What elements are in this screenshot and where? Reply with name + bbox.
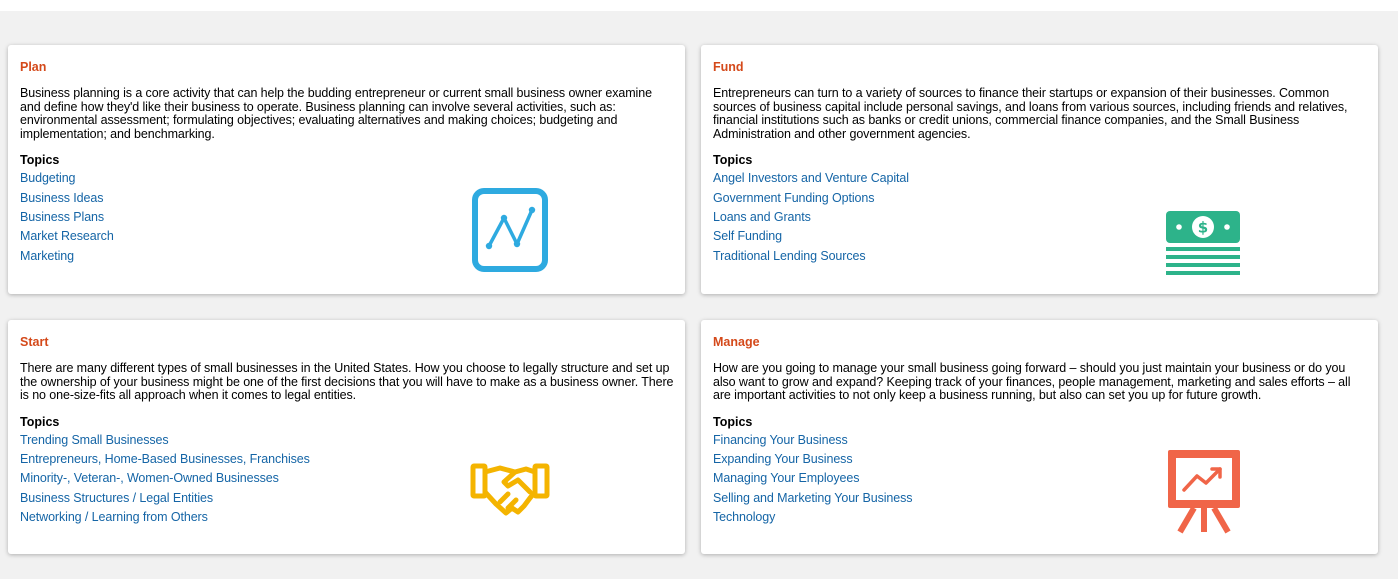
topic-link-self-funding[interactable]: Self Funding — [713, 227, 1366, 246]
topic-link-home-based-franchises[interactable]: Entrepreneurs, Home-Based Businesses, Fr… — [20, 450, 673, 469]
card-description: Business planning is a core activity tha… — [20, 86, 652, 141]
topic-link-traditional-lending[interactable]: Traditional Lending Sources — [713, 247, 1366, 266]
topic-link-expanding[interactable]: Expanding Your Business — [713, 450, 1366, 469]
topic-link-angel-investors[interactable]: Angel Investors and Venture Capital — [713, 169, 1366, 188]
topic-link-business-structures[interactable]: Business Structures / Legal Entities — [20, 489, 673, 508]
card-description: How are you going to manage your small b… — [713, 361, 1351, 403]
card-description: Entrepreneurs can turn to a variety of s… — [713, 86, 1348, 141]
plan-card: Plan Business planning is a core activit… — [8, 45, 685, 294]
money-stack-icon: $ — [1164, 209, 1242, 280]
topic-link-marketing[interactable]: Marketing — [20, 247, 673, 266]
card-title: Manage — [713, 335, 760, 349]
line-chart-icon — [471, 187, 549, 278]
fund-card: Fund Entrepreneurs can turn to a variety… — [701, 45, 1378, 294]
page-top-bar — [0, 0, 1398, 11]
topic-link-financing[interactable]: Financing Your Business — [713, 431, 1366, 450]
topics-heading: Topics — [713, 414, 753, 429]
topics-heading: Topics — [20, 153, 60, 168]
topic-link-budgeting[interactable]: Budgeting — [20, 169, 673, 188]
topic-link-managing-employees[interactable]: Managing Your Employees — [713, 469, 1366, 488]
topic-link-trending-businesses[interactable]: Trending Small Businesses — [20, 431, 673, 450]
topic-link-business-plans[interactable]: Business Plans — [20, 208, 673, 227]
topic-link-networking[interactable]: Networking / Learning from Others — [20, 508, 673, 527]
topic-link-technology[interactable]: Technology — [713, 508, 1366, 527]
card-description: There are many different types of small … — [20, 361, 674, 403]
svg-text:$: $ — [1198, 219, 1208, 237]
handshake-icon — [470, 458, 550, 523]
topics-list: Financing Your Business Expanding Your B… — [713, 431, 1366, 527]
topic-link-market-research[interactable]: Market Research — [20, 227, 673, 246]
topic-link-government-funding[interactable]: Government Funding Options — [713, 189, 1366, 208]
topics-heading: Topics — [20, 414, 60, 429]
topic-link-business-ideas[interactable]: Business Ideas — [20, 189, 673, 208]
start-card: Start There are many different types of … — [8, 320, 685, 554]
topics-list: Trending Small Businesses Entrepreneurs,… — [20, 431, 673, 527]
card-title: Plan — [20, 60, 47, 74]
topic-link-loans-grants[interactable]: Loans and Grants — [713, 208, 1366, 227]
topics-list: Angel Investors and Venture Capital Gove… — [713, 169, 1366, 265]
topics-list: Budgeting Business Ideas Business Plans … — [20, 169, 673, 265]
topic-link-selling-marketing[interactable]: Selling and Marketing Your Business — [713, 489, 1366, 508]
topics-heading: Topics — [713, 153, 753, 168]
topic-link-minority-veteran-women[interactable]: Minority-, Veteran-, Women-Owned Busines… — [20, 469, 673, 488]
manage-card: Manage How are you going to manage your … — [701, 320, 1378, 554]
card-title: Fund — [713, 60, 744, 74]
presentation-board-icon — [1164, 446, 1244, 539]
card-title: Start — [20, 335, 49, 349]
